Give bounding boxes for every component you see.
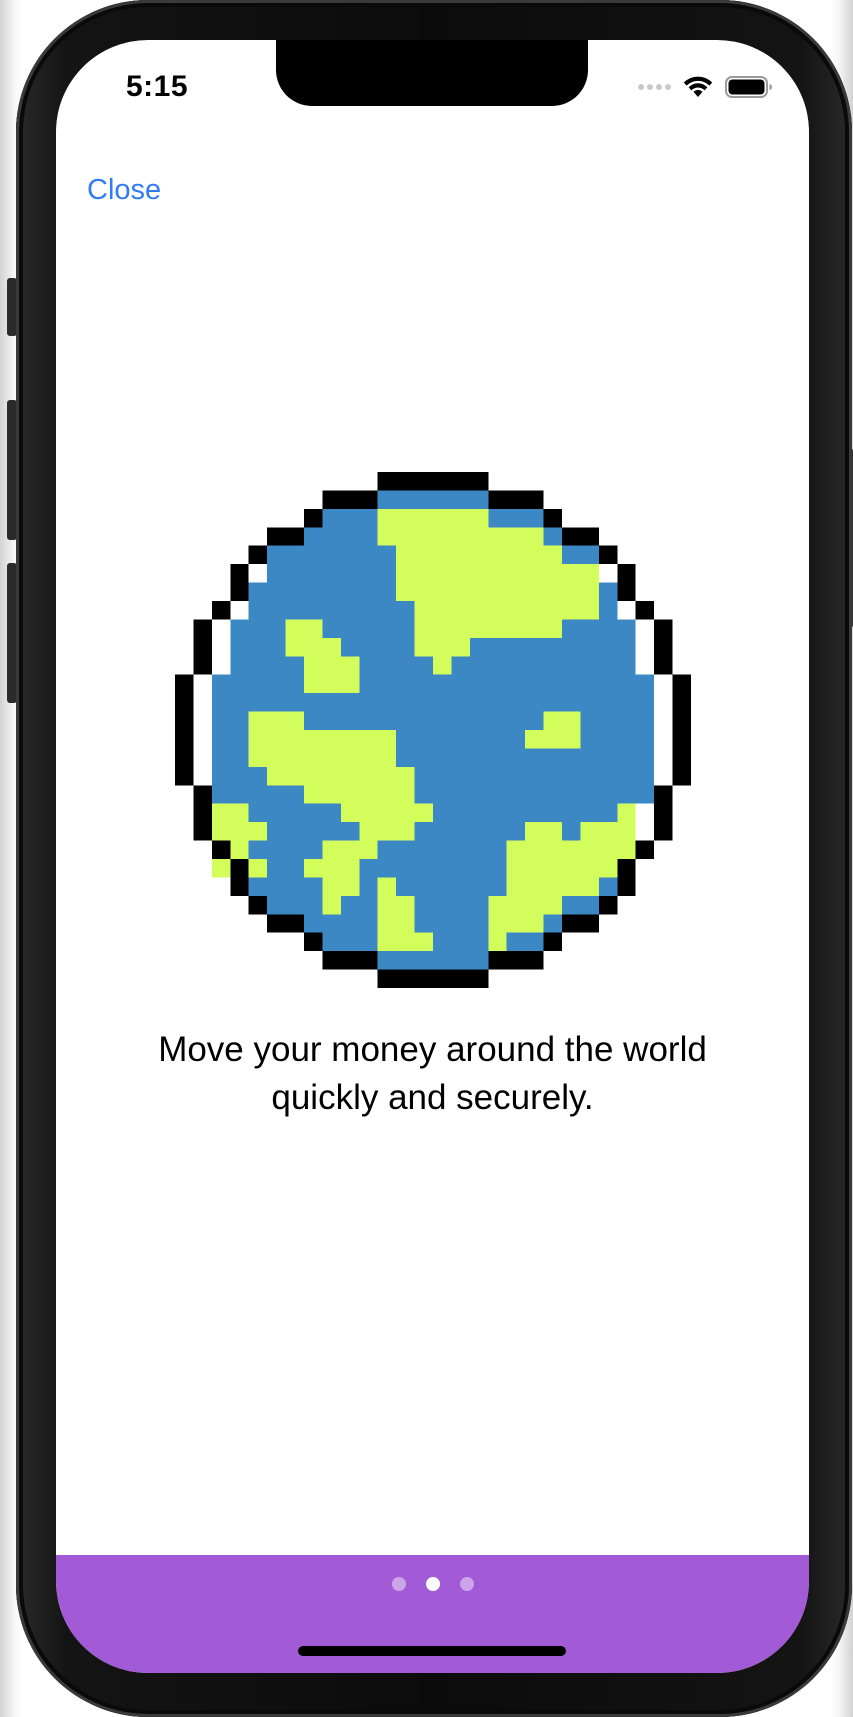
globe-illustration	[175, 472, 691, 988]
caption-line-1: Move your money around the world	[158, 1030, 707, 1069]
device-page: 5:15 Close Move your money around the wo…	[0, 0, 853, 1717]
page-dot-1[interactable]	[391, 1577, 406, 1591]
camera-notch	[276, 40, 588, 106]
status-time: 5:15	[126, 70, 189, 103]
status-icons	[638, 76, 773, 98]
onboarding-caption: Move your money around the world quickly…	[96, 1026, 769, 1122]
pixel-globe-icon	[175, 472, 691, 988]
page-dot-2-active[interactable]	[425, 1577, 440, 1591]
cellular-signal-icon	[638, 84, 671, 90]
close-button[interactable]: Close	[87, 174, 161, 207]
page-indicator[interactable]	[56, 1577, 809, 1591]
app-screen: 5:15 Close Move your money around the wo…	[56, 40, 809, 1673]
page-dot-3[interactable]	[459, 1577, 474, 1591]
wifi-icon	[683, 76, 713, 97]
home-indicator[interactable]	[298, 1646, 566, 1656]
battery-icon	[725, 76, 772, 98]
caption-line-2: quickly and securely.	[271, 1078, 594, 1117]
